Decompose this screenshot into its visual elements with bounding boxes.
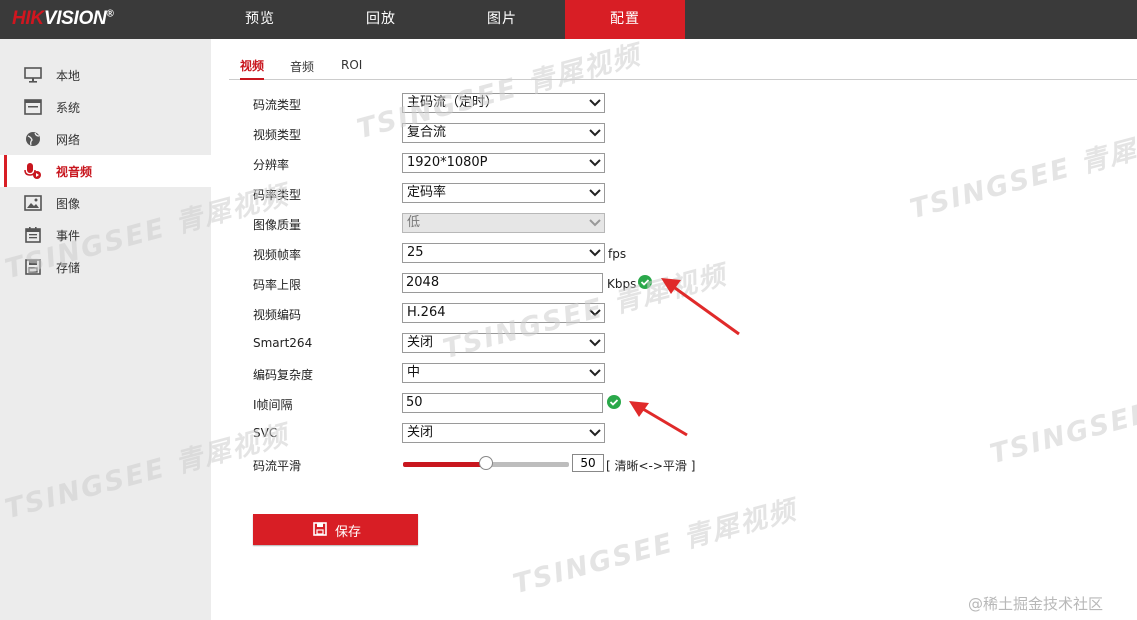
video-encoding-label: 视频编码 [253, 308, 302, 322]
frame-rate-unit: fps [608, 247, 627, 261]
sidebar-item-label: 系统 [56, 101, 81, 115]
stream-type-value: 主码流（定时） [407, 95, 499, 110]
microphone-icon [24, 163, 41, 179]
sidebar-item-label: 事件 [56, 229, 81, 243]
chevron-down-icon [589, 369, 601, 377]
system-icon [24, 99, 42, 115]
frame-rate-value: 25 [407, 245, 424, 260]
i-frame-interval-input[interactable]: 50 [402, 393, 603, 413]
video-type-value: 复合流 [407, 125, 447, 140]
frame-rate-label: 视频帧率 [253, 248, 302, 262]
bitrate-type-label: 码率类型 [253, 188, 302, 202]
stream-type-label: 码流类型 [253, 98, 302, 112]
save-button[interactable]: 保存 [253, 514, 418, 545]
tab-video[interactable]: 视频 [240, 56, 265, 80]
chevron-down-icon [589, 159, 601, 167]
slider-fill [403, 462, 486, 467]
resolution-label: 分辨率 [253, 158, 290, 172]
sidebar-item-event[interactable]: 事件 [0, 219, 211, 251]
image-icon [24, 195, 42, 211]
encoding-complexity-select[interactable]: 中 [402, 363, 605, 383]
sidebar: 本地 系统 网络 视音频 图像 事件 存储 [0, 39, 211, 620]
nav-preview[interactable]: 预览 [200, 0, 320, 39]
slider-thumb[interactable] [479, 456, 493, 470]
sidebar-item-label: 视音频 [56, 165, 93, 179]
sidebar-item-label: 本地 [56, 69, 81, 83]
chevron-down-icon [589, 99, 601, 107]
event-icon [25, 227, 41, 243]
watermark: TSINGSEE 青犀视频 [509, 494, 801, 601]
chevron-down-icon [589, 219, 601, 227]
sidebar-item-label: 存储 [56, 261, 81, 275]
globe-icon [26, 132, 40, 146]
chevron-down-icon [589, 339, 601, 347]
max-bitrate-label: 码率上限 [253, 278, 302, 292]
video-type-select[interactable]: 复合流 [402, 123, 605, 143]
svc-select[interactable]: 关闭 [402, 423, 605, 443]
resolution-value: 1920*1080P [407, 155, 488, 170]
chevron-down-icon [589, 249, 601, 257]
video-encoding-select[interactable]: H.264 [402, 303, 605, 323]
watermark: TSINGSEE 青犀视频 [906, 119, 1137, 226]
watermark: TSINGSEE 青犀视频 [986, 365, 1137, 471]
sidebar-item-system[interactable]: 系统 [0, 91, 211, 123]
storage-icon [25, 259, 41, 275]
slider-track [486, 462, 569, 467]
svc-label: SVC [253, 426, 278, 440]
image-quality-value: 低 [407, 215, 421, 230]
svc-value: 关闭 [407, 425, 434, 440]
sidebar-item-storage[interactable]: 存储 [0, 251, 211, 283]
annotation-arrow [629, 401, 688, 437]
chevron-down-icon [589, 309, 601, 317]
chevron-down-icon [589, 129, 601, 137]
check-circle-icon [638, 275, 652, 289]
sidebar-item-image[interactable]: 图像 [0, 187, 211, 219]
image-quality-select: 低 [402, 213, 605, 233]
nav-configuration[interactable]: 配置 [565, 0, 685, 39]
nav-playback[interactable]: 回放 [321, 0, 441, 39]
chevron-down-icon [589, 189, 601, 197]
footer-watermark: @稀土掘金技术社区 [968, 595, 1104, 613]
monitor-icon [24, 67, 42, 83]
chevron-down-icon [589, 429, 601, 437]
video-encoding-value: H.264 [407, 305, 446, 320]
smart264-value: 关闭 [407, 335, 434, 350]
smart264-select[interactable]: 关闭 [402, 333, 605, 353]
sidebar-item-network[interactable]: 网络 [0, 123, 211, 155]
sidebar-item-label: 网络 [56, 133, 81, 147]
max-bitrate-unit: Kbps [607, 277, 637, 291]
save-icon [313, 522, 327, 536]
tab-roi[interactable]: ROI [341, 56, 362, 80]
nav-picture[interactable]: 图片 [442, 0, 562, 39]
annotation-arrow [661, 278, 740, 336]
sidebar-item-label: 图像 [56, 197, 81, 211]
bitrate-type-value: 定码率 [407, 185, 447, 200]
tab-audio[interactable]: 音频 [290, 56, 314, 80]
bitrate-type-select[interactable]: 定码率 [402, 183, 605, 203]
encoding-complexity-label: 编码复杂度 [253, 368, 314, 382]
hikvision-logo: HIKVISION® [12, 8, 114, 29]
stream-smoothing-label: 码流平滑 [253, 459, 302, 473]
i-frame-interval-label: I帧间隔 [253, 398, 293, 412]
smart264-label: Smart264 [253, 336, 313, 350]
check-circle-icon [607, 395, 621, 409]
frame-rate-select[interactable]: 25 [402, 243, 605, 263]
sidebar-item-local[interactable]: 本地 [0, 59, 211, 91]
top-bar: HIKVISION® 预览 回放 图片 配置 [0, 0, 1137, 39]
video-type-label: 视频类型 [253, 128, 302, 142]
stream-smoothing-hint: [ 清晰<->平滑 ] [606, 459, 696, 473]
stream-type-select[interactable]: 主码流（定时） [402, 93, 605, 113]
max-bitrate-input[interactable]: 2048 [402, 273, 603, 293]
config-tabs: 视频 音频 ROI [229, 56, 1137, 80]
image-quality-label: 图像质量 [253, 218, 302, 232]
save-button-label: 保存 [335, 525, 362, 540]
stream-smoothing-value[interactable]: 50 [572, 454, 604, 472]
resolution-select[interactable]: 1920*1080P [402, 153, 605, 173]
sidebar-item-video-audio[interactable]: 视音频 [0, 155, 211, 187]
encoding-complexity-value: 中 [407, 365, 421, 380]
